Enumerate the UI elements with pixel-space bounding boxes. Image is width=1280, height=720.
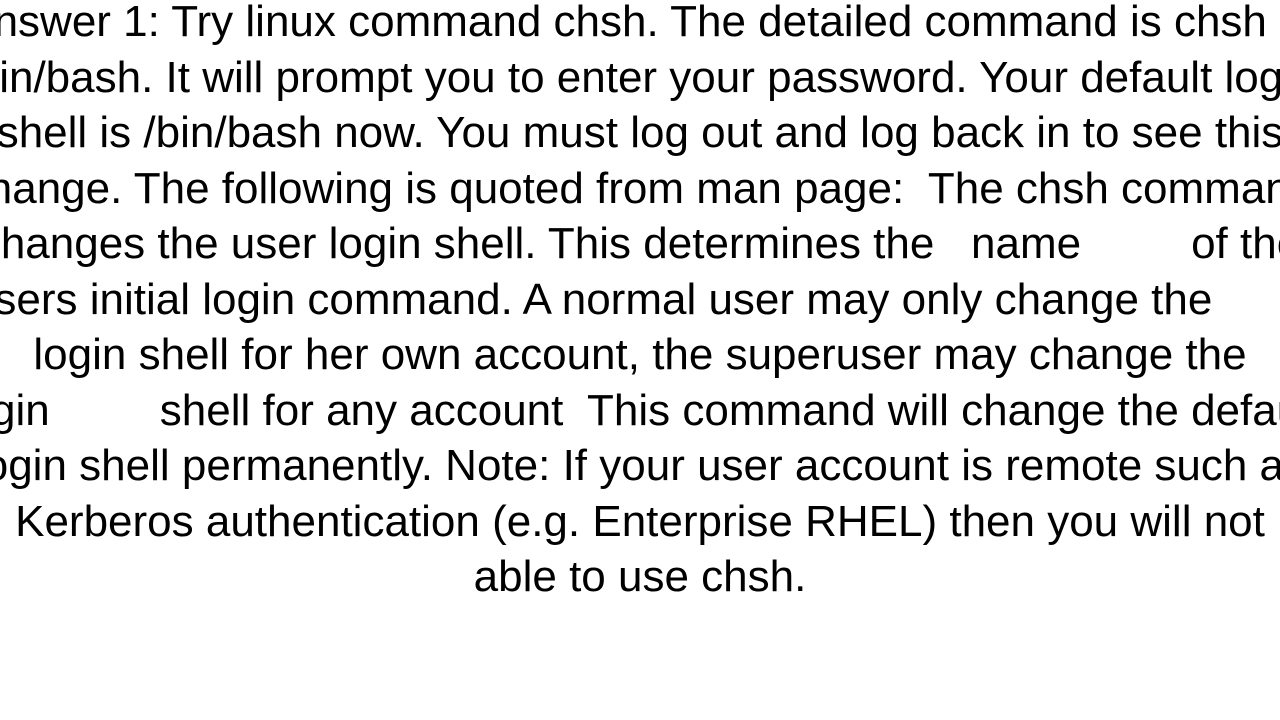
answer-text-block: Answer 1: Try linux command chsh. The de… xyxy=(0,0,1280,605)
